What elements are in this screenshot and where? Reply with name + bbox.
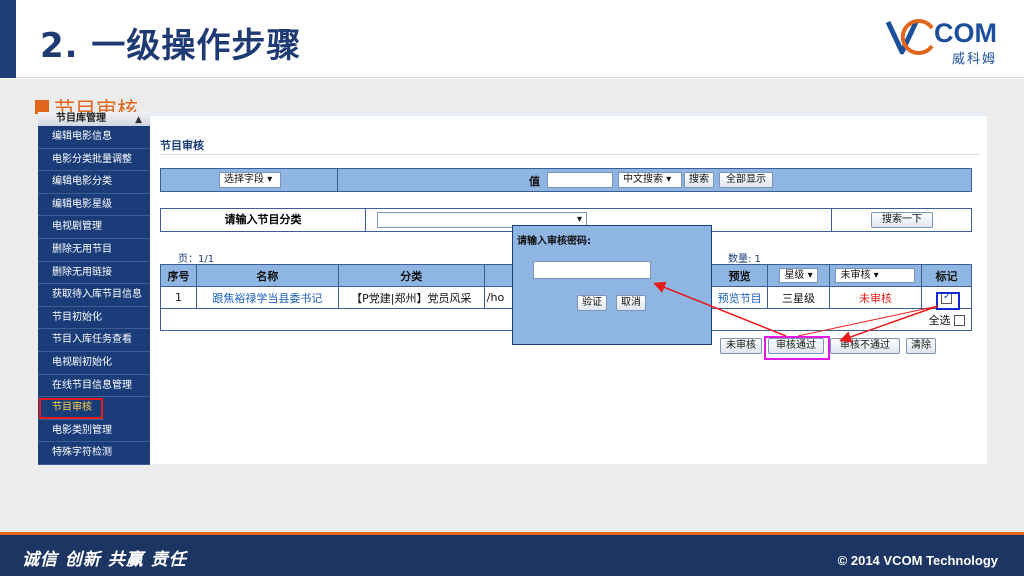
sidebar: 节目库管理 ▲ 编辑电影信息 电影分类批量调整 编辑电影分类 编辑电影星级 电视… bbox=[38, 112, 150, 465]
sidebar-item-fetch-pending-programs[interactable]: 获取待入库节目信息 bbox=[38, 284, 150, 307]
sidebar-item-movie-genres[interactable]: 电影类别管理 bbox=[38, 420, 150, 443]
search-mode-label: 中文搜索 bbox=[623, 174, 663, 185]
search-bar-divider bbox=[337, 169, 338, 191]
sidebar-header-label: 节目库管理 bbox=[56, 113, 106, 124]
sidebar-item-delete-unused-programs[interactable]: 删除无用节目 bbox=[38, 239, 150, 262]
footer-slogan: 诚信 创新 共赢 责任 bbox=[22, 550, 187, 570]
col-mark: 标记 bbox=[920, 264, 973, 287]
sidebar-item-tv-init[interactable]: 电视剧初始化 bbox=[38, 352, 150, 375]
vcom-logo-mark-icon bbox=[885, 19, 934, 55]
select-all-cell: 全选 bbox=[921, 308, 973, 331]
sidebar-item-movie-batch-category[interactable]: 电影分类批量调整 bbox=[38, 149, 150, 172]
sidebar-item-tv-series[interactable]: 电视剧管理 bbox=[38, 216, 150, 239]
cell-star: 三星级 bbox=[767, 286, 830, 309]
sidebar-item-program-review[interactable]: 节目审核 bbox=[38, 397, 104, 420]
search-mode-select[interactable]: 中文搜索 ▾ bbox=[618, 172, 682, 188]
search-next-button[interactable]: 搜索一下 bbox=[871, 212, 933, 228]
cell-name-link[interactable]: 跟焦裕禄学当县委书记 bbox=[195, 286, 339, 309]
col-category: 分类 bbox=[337, 264, 485, 287]
slide-footer: 诚信 创新 共赢 责任 © 2014 VCOM Technology bbox=[0, 532, 1024, 576]
search-button[interactable]: 搜索 bbox=[684, 172, 714, 188]
collapse-caret-icon[interactable]: ▲ bbox=[135, 113, 142, 127]
main-content: 节目审核 选择字段 ▾ 值 中文搜索 ▾ 搜索 全部显示 请输入节目分类 ▾ 搜… bbox=[150, 112, 987, 464]
clear-button[interactable]: 清除 bbox=[906, 338, 936, 354]
sidebar-item-edit-movie-star[interactable]: 编辑电影星级 bbox=[38, 194, 150, 217]
mark-checkbox-highlight bbox=[936, 292, 960, 310]
slide-header: 2. 一级操作步骤 COM 威科姆 bbox=[0, 0, 1024, 78]
sidebar-item-edit-movie-category[interactable]: 编辑电影分类 bbox=[38, 171, 150, 194]
cell-category: 【P党建|郑州】党员风采 bbox=[337, 286, 485, 309]
col-review: 未审核 ▾ bbox=[829, 264, 922, 287]
cancel-button[interactable]: 取消 bbox=[616, 295, 646, 311]
show-all-button[interactable]: 全部显示 bbox=[719, 172, 773, 188]
approve-button-highlight bbox=[764, 336, 830, 360]
result-count: 数量: 1 bbox=[728, 254, 761, 265]
review-filter-select[interactable]: 未审核 ▾ bbox=[835, 268, 916, 283]
header-accent-bar bbox=[0, 0, 16, 78]
cell-review-status: 未审核 bbox=[829, 286, 922, 309]
sidebar-header[interactable]: 节目库管理 ▲ bbox=[38, 112, 150, 126]
category-row-divider bbox=[831, 209, 832, 231]
logo-chinese-name: 威科姆 bbox=[952, 52, 998, 67]
field-select[interactable]: 选择字段 ▾ bbox=[219, 172, 281, 188]
col-name: 名称 bbox=[195, 264, 339, 287]
footer-copyright: © 2014 VCOM Technology bbox=[837, 553, 998, 568]
password-input[interactable] bbox=[533, 261, 651, 279]
sidebar-item-program-init[interactable]: 节目初始化 bbox=[38, 307, 150, 330]
vcom-logo: COM 威科姆 bbox=[884, 14, 1014, 67]
unreviewed-button[interactable]: 未审核 bbox=[720, 338, 762, 354]
cell-preview-link[interactable]: 预览节目 bbox=[711, 286, 769, 309]
chevron-down-icon: ▾ bbox=[666, 174, 672, 185]
sidebar-item-import-tasks[interactable]: 节目入库任务查看 bbox=[38, 329, 150, 352]
star-filter-select[interactable]: 星级 ▾ bbox=[779, 268, 818, 283]
select-all-label: 全选 bbox=[928, 313, 951, 327]
dialog-title: 请输入审核密码: bbox=[517, 236, 591, 247]
heading-divider bbox=[160, 154, 980, 155]
value-label: 值 bbox=[529, 175, 540, 188]
slide: 2. 一级操作步骤 COM 威科姆 节目审核 节目库管理 ▲ 编辑电影信息 电影… bbox=[0, 0, 1024, 576]
sidebar-item-delete-unused-links[interactable]: 删除无用链接 bbox=[38, 262, 150, 285]
page-title: 节目审核 bbox=[160, 139, 204, 152]
col-preview: 预览 bbox=[711, 264, 769, 287]
field-select-label: 选择字段 bbox=[224, 174, 264, 185]
content-top-strip bbox=[150, 112, 987, 116]
pager: 页：1/1 bbox=[178, 254, 215, 265]
sidebar-item-edit-movie-info[interactable]: 编辑电影信息 bbox=[38, 126, 150, 149]
sidebar-item-online-programs[interactable]: 在线节目信息管理 bbox=[38, 375, 150, 398]
category-label: 请输入节目分类 bbox=[161, 209, 366, 231]
slide-title: 2. 一级操作步骤 bbox=[40, 26, 302, 66]
col-no: 序号 bbox=[160, 264, 197, 287]
chevron-down-icon: ▾ bbox=[267, 174, 273, 185]
select-all-checkbox[interactable] bbox=[954, 315, 965, 326]
search-bar: 选择字段 ▾ 值 中文搜索 ▾ 搜索 全部显示 bbox=[160, 168, 972, 192]
col-star: 星级 ▾ bbox=[767, 264, 830, 287]
value-input[interactable] bbox=[547, 172, 613, 188]
logo-word: COM bbox=[934, 18, 997, 48]
cell-no: 1 bbox=[160, 286, 197, 309]
sidebar-item-special-char-check[interactable]: 特殊字符检测 bbox=[38, 442, 150, 465]
app-screenshot: 节目库管理 ▲ 编辑电影信息 电影分类批量调整 编辑电影分类 编辑电影星级 电视… bbox=[38, 112, 987, 465]
password-dialog: 请输入审核密码: 验证 取消 bbox=[512, 225, 712, 345]
reject-button[interactable]: 审核不通过 bbox=[830, 338, 900, 354]
verify-button[interactable]: 验证 bbox=[577, 295, 607, 311]
